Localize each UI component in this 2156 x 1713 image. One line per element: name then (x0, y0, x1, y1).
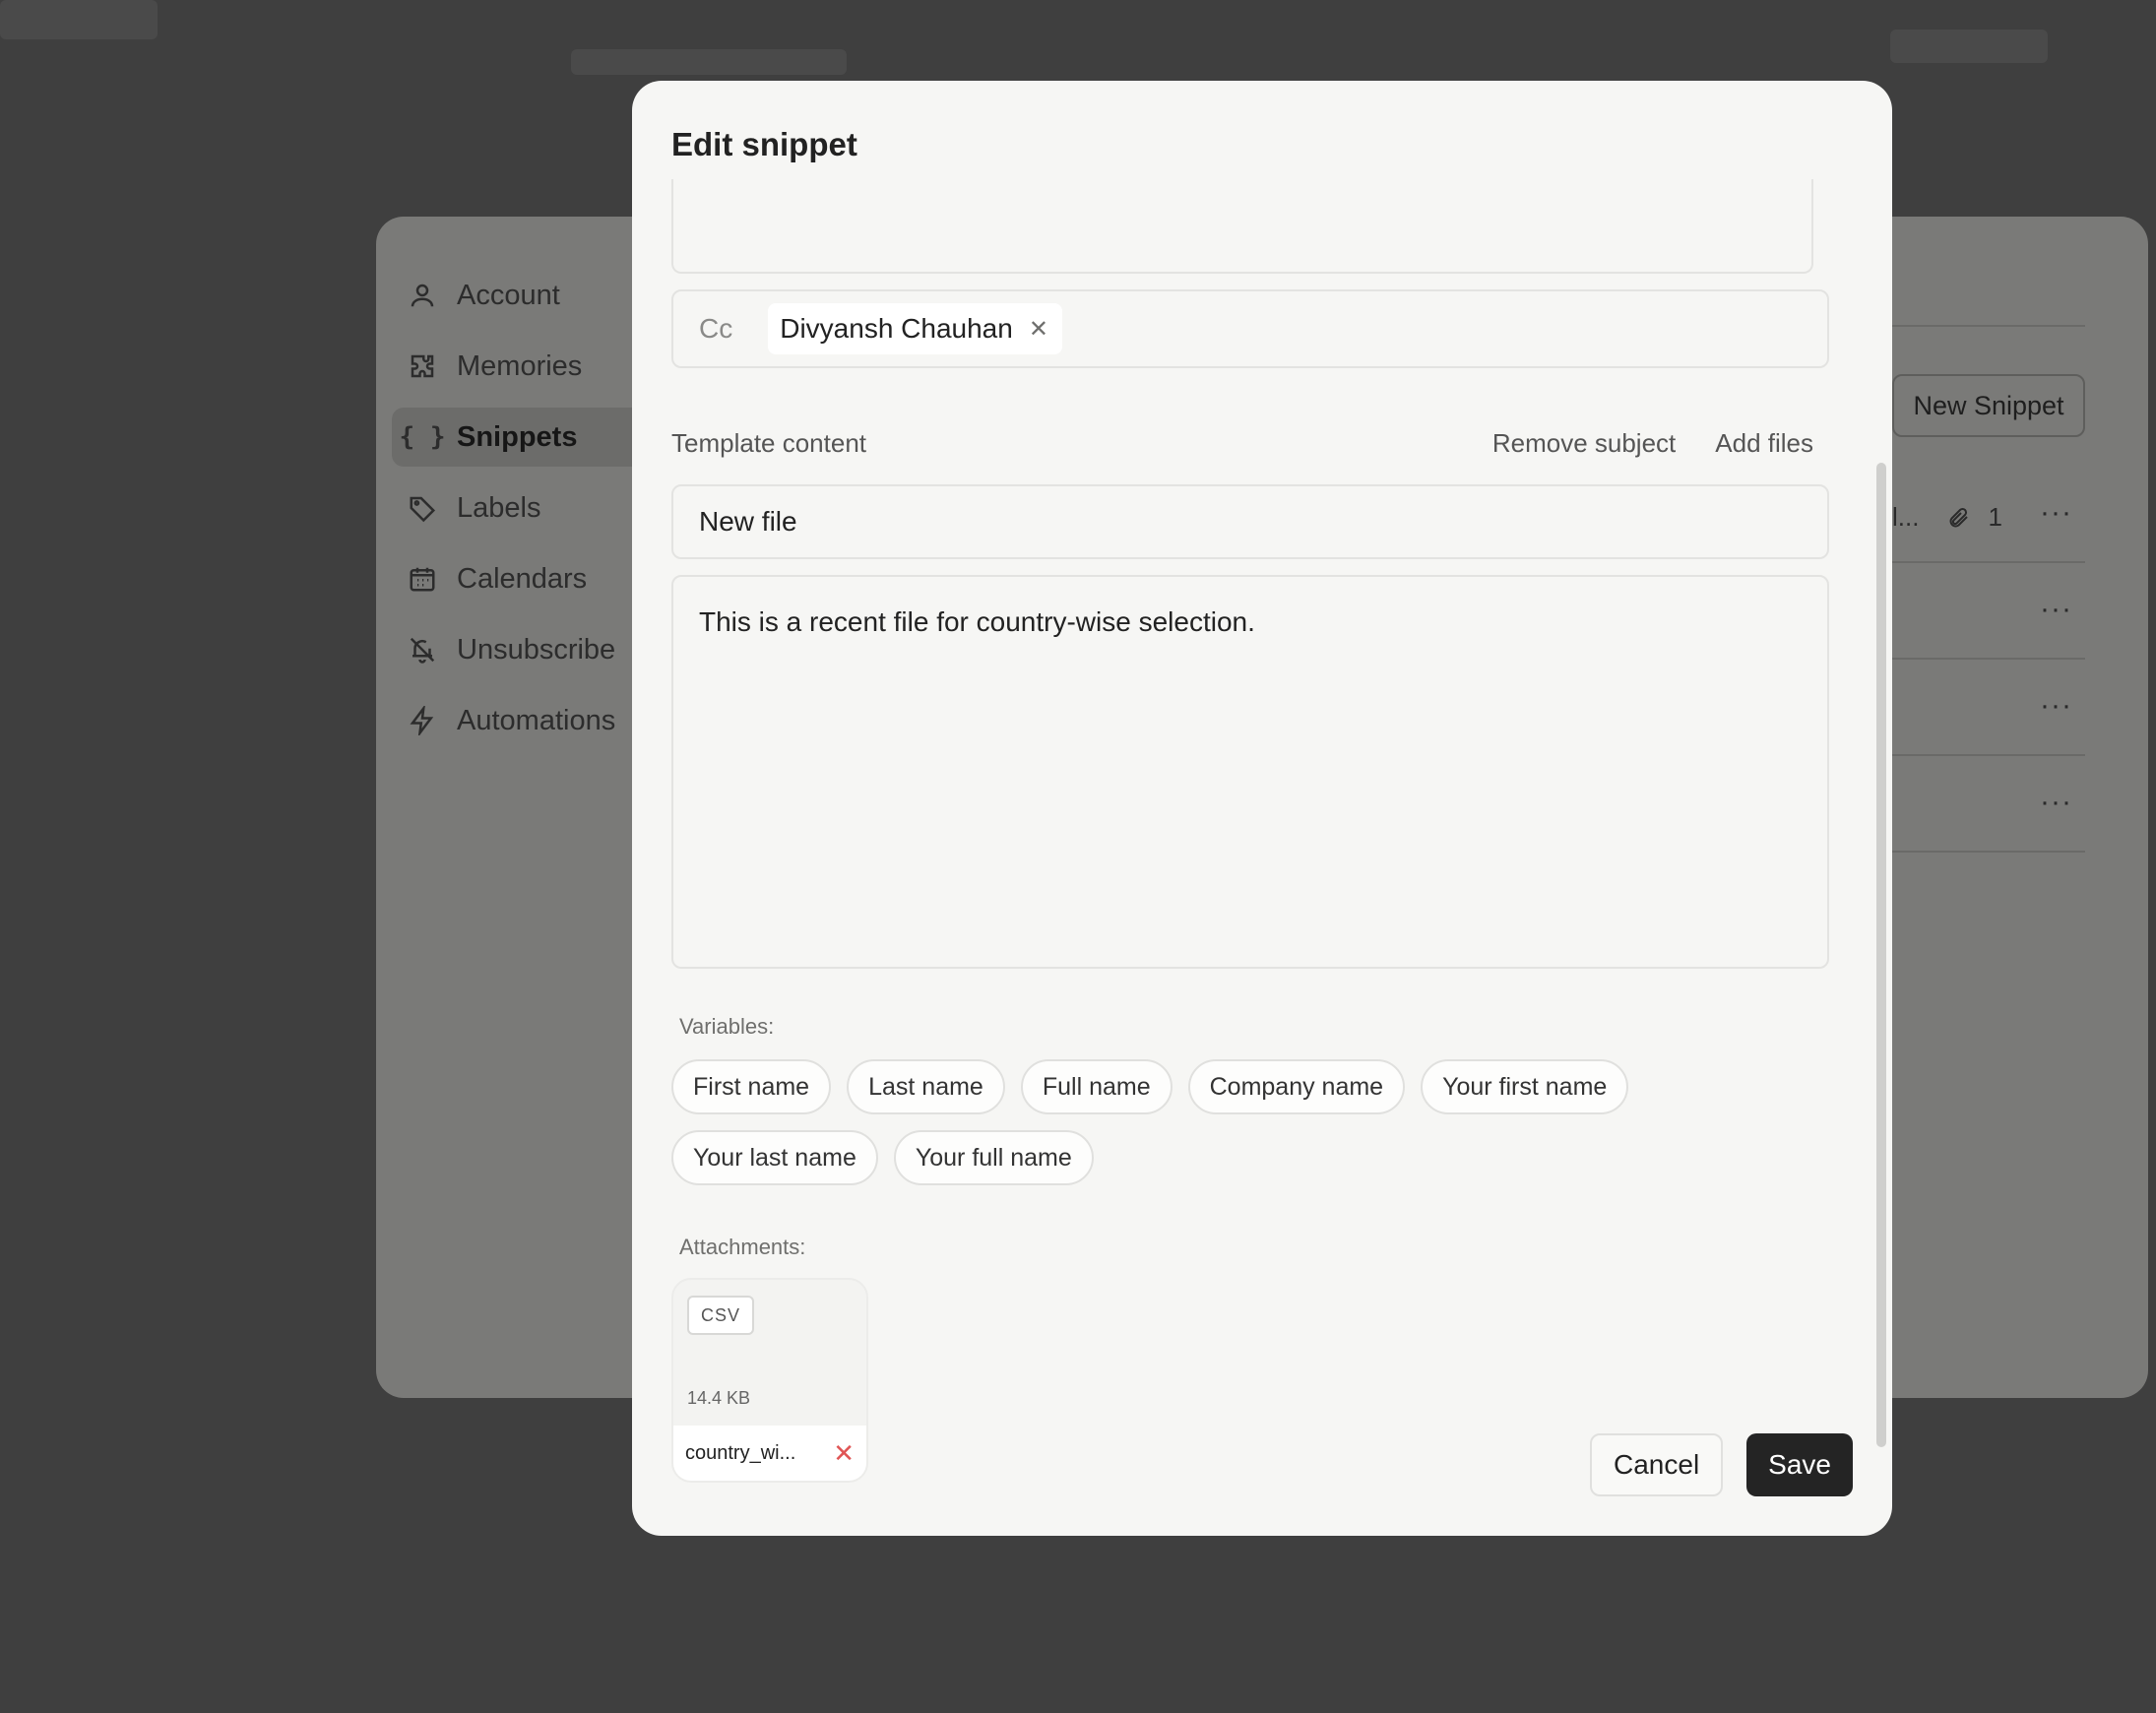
nav-item-label: Account (457, 279, 560, 311)
remove-subject-button[interactable]: Remove subject (1492, 428, 1676, 459)
variable-chip[interactable]: Company name (1187, 1059, 1406, 1114)
paperclip-icon (1946, 506, 1970, 530)
braces-icon: { } (399, 422, 446, 452)
file-size: 14.4 KB (687, 1388, 751, 1408)
attachments-label: Attachments: (679, 1235, 806, 1259)
template-content-label: Template content (671, 427, 867, 458)
variable-chip[interactable]: Full name (1020, 1059, 1173, 1114)
variables-list: First name Last name Full name Company n… (671, 1059, 1656, 1185)
calendar-icon (406, 562, 439, 596)
cancel-button[interactable]: Cancel (1590, 1433, 1724, 1496)
cc-label: Cc (699, 313, 733, 344)
save-button[interactable]: Save (1746, 1433, 1853, 1496)
variable-chip[interactable]: Last name (847, 1059, 1005, 1114)
snippet-row-truncated-text: l... (1892, 502, 1920, 532)
variables-label: Variables: (679, 1014, 775, 1039)
modal-actions: Cancel Save (1590, 1433, 1853, 1496)
nav-item-account[interactable]: Account (392, 266, 648, 325)
user-icon (406, 279, 439, 312)
more-options-icon[interactable]: ··· (2040, 496, 2072, 530)
nav-item-automations[interactable]: Automations (392, 691, 648, 750)
bolt-icon (406, 704, 439, 737)
attachment-footer: country_wi... ✕ (673, 1426, 866, 1481)
attachment-count: 1 (1988, 502, 2002, 532)
nav-item-label: Snippets (457, 420, 578, 453)
remove-attachment-icon[interactable]: ✕ (833, 1438, 855, 1469)
background-element (1890, 30, 2048, 63)
snippets-list: New Snippet l... 1 ··· ··· ··· ··· (1892, 217, 2148, 1398)
close-icon[interactable]: ✕ (1029, 315, 1048, 344)
add-files-button[interactable]: Add files (1715, 428, 1813, 459)
body-textarea[interactable]: This is a recent file for country-wise s… (671, 575, 1829, 969)
divider (1892, 754, 2085, 756)
nav-item-unsubscribe[interactable]: Unsubscribe (392, 620, 648, 679)
nav-item-label: Calendars (457, 562, 588, 595)
to-field-partial[interactable] (671, 179, 1813, 274)
snippet-row-meta: l... 1 (1892, 502, 2002, 533)
nav-item-label: Labels (457, 491, 541, 524)
variable-chip[interactable]: Your first name (1421, 1059, 1629, 1114)
nav-item-label: Unsubscribe (457, 633, 616, 666)
attachment-card[interactable]: CSV 14.4 KB country_wi... ✕ (671, 1278, 868, 1483)
modal-scroll-area[interactable]: Cc Divyansh Chauhan ✕ Template content R… (671, 179, 1872, 1483)
variable-chip[interactable]: Your full name (893, 1130, 1094, 1185)
template-content-header: Template content Remove subject Add file… (671, 423, 1829, 463)
background-element (0, 0, 158, 39)
nav-item-memories[interactable]: Memories (392, 337, 648, 396)
scrollbar[interactable] (1876, 463, 1886, 1447)
edit-snippet-modal: Edit snippet Cc Divyansh Chauhan ✕ Templ… (632, 81, 1892, 1536)
cc-field[interactable]: Cc Divyansh Chauhan ✕ (671, 289, 1829, 368)
settings-nav: Account Memories { } Snippets Labels Cal… (392, 266, 648, 762)
puzzle-icon (406, 349, 439, 383)
divider (1892, 658, 2085, 660)
new-snippet-button[interactable]: New Snippet (1892, 374, 2085, 437)
nav-item-label: Memories (457, 349, 583, 382)
divider (1892, 851, 2085, 853)
divider (1892, 325, 2085, 327)
modal-title: Edit snippet (671, 126, 857, 162)
divider (1892, 561, 2085, 563)
background-element (571, 49, 847, 75)
recipient-chip: Divyansh Chauhan ✕ (768, 303, 1062, 354)
nav-item-snippets[interactable]: { } Snippets (392, 408, 648, 467)
more-options-icon[interactable]: ··· (2040, 786, 2072, 819)
recipient-name: Divyansh Chauhan (780, 313, 1013, 344)
more-options-icon[interactable]: ··· (2040, 593, 2072, 626)
nav-item-labels[interactable]: Labels (392, 478, 648, 538)
more-options-icon[interactable]: ··· (2040, 689, 2072, 723)
nav-item-label: Automations (457, 704, 616, 736)
variable-chip[interactable]: Your last name (671, 1130, 878, 1185)
tag-icon (406, 491, 439, 525)
nav-item-calendars[interactable]: Calendars (392, 549, 648, 608)
file-name: country_wi... (685, 1441, 796, 1464)
variable-chip[interactable]: First name (671, 1059, 832, 1114)
subject-input[interactable]: New file (671, 484, 1829, 559)
bell-off-icon (406, 633, 439, 666)
file-type-badge: CSV (687, 1296, 755, 1335)
